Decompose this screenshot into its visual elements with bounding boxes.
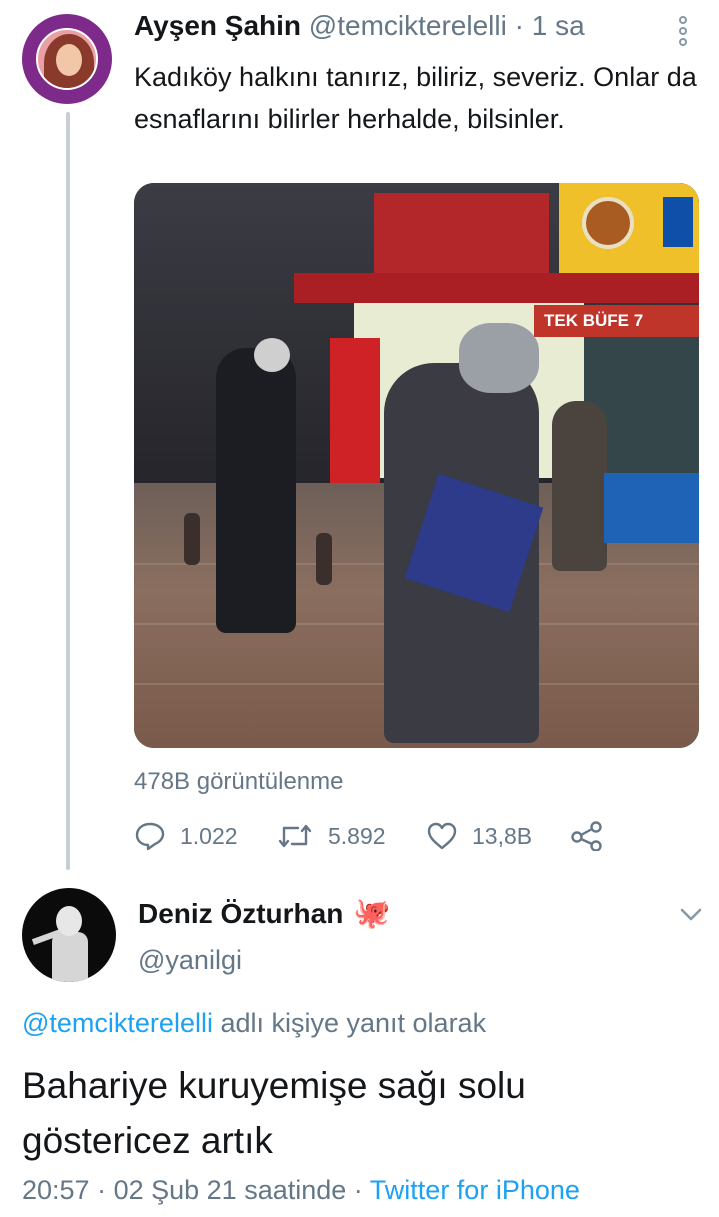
reply-button[interactable]: 1.022 bbox=[134, 818, 238, 854]
avatar[interactable] bbox=[22, 14, 112, 104]
shop-sign-bufe: TEK BÜFE 7 bbox=[534, 305, 699, 337]
separator: · bbox=[346, 1175, 370, 1205]
police-officer bbox=[216, 348, 296, 633]
like-count: 13,8B bbox=[472, 822, 533, 849]
tweet-video[interactable]: TEK BÜFE 7 bbox=[134, 183, 699, 748]
retweet-icon bbox=[278, 824, 312, 848]
octopus-emoji-icon: 🐙 bbox=[353, 897, 391, 930]
tweet-header: Ayşen Şahin @temcikterelelli · 1 sa bbox=[134, 10, 585, 42]
share-button[interactable] bbox=[570, 818, 604, 854]
author-name[interactable]: Ayşen Şahin bbox=[134, 10, 301, 41]
tweet-text: Kadıköy halkını tanırız, biliriz, severi… bbox=[134, 62, 697, 134]
more-options-icon[interactable] bbox=[679, 16, 691, 46]
thread-connector-line bbox=[66, 112, 70, 870]
shop-sign bbox=[374, 193, 549, 278]
separator: · bbox=[514, 10, 524, 41]
reply-text: Bahariye kuruyemişe sağı solu göstericez… bbox=[22, 1065, 526, 1161]
reply-author-handle[interactable]: @yanilgi bbox=[138, 945, 242, 976]
reply-icon bbox=[135, 822, 165, 851]
replying-to-label: adlı kişiye yanıt olarak bbox=[212, 1008, 487, 1038]
reply-author-name: Deniz Özturhan bbox=[138, 898, 344, 929]
share-icon bbox=[571, 821, 602, 851]
replying-to: @temcikterelelli adlı kişiye yanıt olara… bbox=[22, 1008, 486, 1039]
chevron-down-icon[interactable] bbox=[680, 908, 702, 927]
tweet-time[interactable]: 1 sa bbox=[532, 10, 585, 41]
like-button[interactable]: 13,8B bbox=[426, 818, 532, 854]
tweet-source-link[interactable]: Twitter for iPhone bbox=[370, 1175, 580, 1205]
burger-sign-icon bbox=[582, 197, 634, 249]
reply-author[interactable]: Deniz Özturhan 🐙 bbox=[138, 898, 391, 930]
separator: · bbox=[89, 1175, 114, 1205]
retweet-button[interactable]: 5.892 bbox=[276, 818, 386, 854]
tweet-meta: 20:57 · 02 Şub 21 saatinde · Twitter for… bbox=[22, 1175, 580, 1206]
retweet-count: 5.892 bbox=[328, 822, 386, 849]
replying-to-mention[interactable]: @temcikterelelli bbox=[22, 1008, 213, 1038]
author-handle[interactable]: @temcikterelelli bbox=[309, 10, 507, 41]
tweet-date[interactable]: 02 Şub 21 saatinde bbox=[114, 1175, 347, 1205]
avatar-photo bbox=[36, 28, 98, 90]
tweet-time[interactable]: 20:57 bbox=[22, 1175, 90, 1205]
reply-count: 1.022 bbox=[180, 822, 238, 849]
reply-avatar[interactable] bbox=[22, 888, 116, 982]
tweet-actions: 1.022 5.892 13,8B bbox=[134, 818, 704, 854]
heart-icon bbox=[427, 822, 457, 850]
view-count: 478B görüntülenme bbox=[134, 768, 344, 795]
